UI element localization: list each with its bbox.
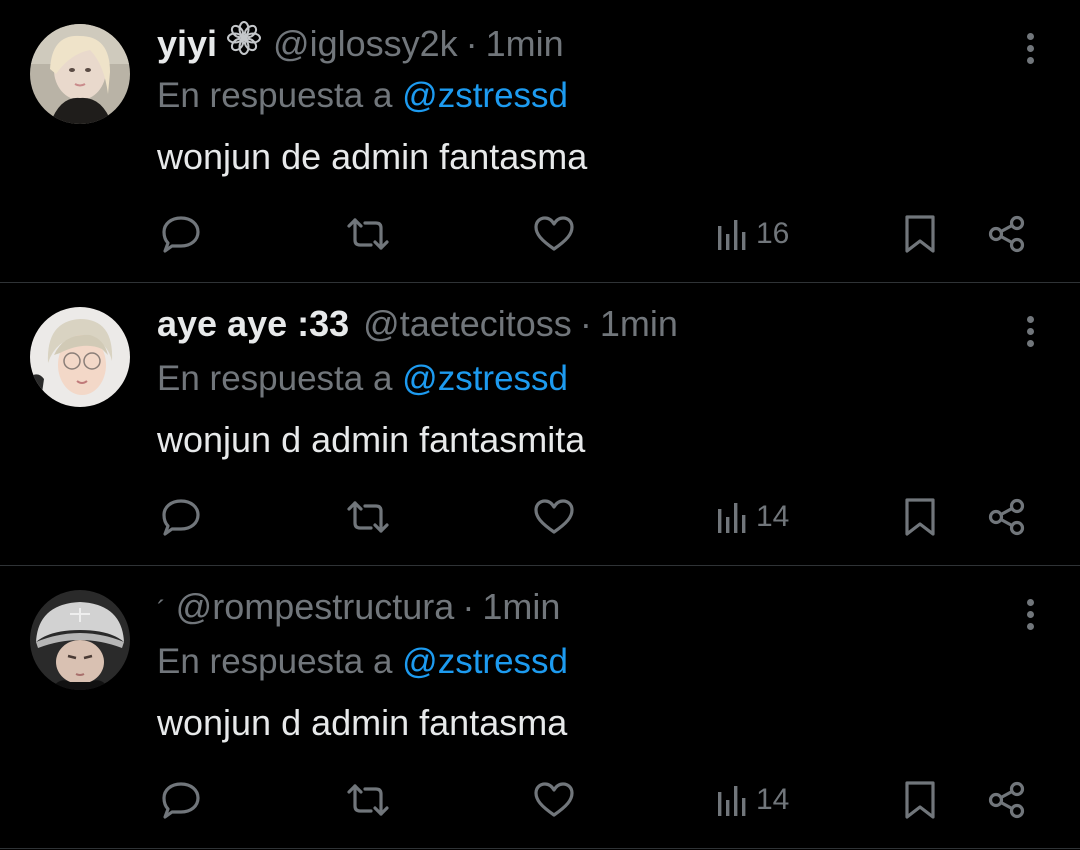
speech-bubble-icon — [162, 499, 200, 536]
separator: · — [462, 586, 475, 627]
bookmark-icon — [905, 215, 935, 253]
reply-prefix: En respuesta a — [157, 359, 393, 398]
share-icon — [988, 215, 1025, 253]
tweet-header: aye aye :33 @taetecitoss · 1min — [157, 303, 678, 351]
action-bar: 14 — [0, 775, 1080, 825]
share-button[interactable] — [987, 775, 1027, 825]
views-count: 14 — [756, 783, 790, 816]
retweet-icon — [347, 501, 389, 533]
reply-button[interactable] — [160, 775, 202, 825]
retweet-icon — [347, 218, 389, 250]
reply-context: En respuesta a @zstressd — [157, 359, 568, 399]
vertical-dots-icon[interactable] — [1018, 596, 1042, 632]
bookmark-icon — [905, 781, 935, 819]
tweet-text: wonjun de admin fantasma — [157, 136, 588, 177]
timestamp[interactable]: 1min — [486, 23, 564, 65]
bookmark-button[interactable] — [902, 492, 938, 542]
action-bar: 16 — [0, 209, 1080, 259]
action-bar: 14 — [0, 492, 1080, 542]
avatar[interactable] — [30, 307, 130, 407]
reply-prefix: En respuesta a — [157, 76, 393, 115]
bookmark-button[interactable] — [902, 209, 938, 259]
separator: · — [465, 23, 478, 64]
vertical-dots-icon[interactable] — [1018, 313, 1042, 349]
bookmark-icon — [905, 498, 935, 536]
display-name[interactable]: aye aye :33 — [157, 303, 349, 345]
tweet[interactable]: aye aye :33 @taetecitoss · 1min En respu… — [0, 283, 1080, 566]
views-count: 14 — [756, 500, 790, 533]
views-button[interactable]: 16 — [716, 209, 789, 259]
reply-prefix: En respuesta a — [157, 642, 393, 681]
bar-chart-icon — [718, 786, 746, 816]
heart-icon — [534, 499, 574, 534]
share-button[interactable] — [987, 492, 1027, 542]
bar-chart-icon — [718, 503, 746, 533]
display-name[interactable]: yiyi — [157, 23, 217, 65]
reply-button[interactable] — [160, 209, 202, 259]
reply-context: En respuesta a @zstressd — [157, 642, 568, 682]
views-button[interactable]: 14 — [716, 492, 789, 542]
bar-chart-icon — [718, 220, 746, 250]
retweet-button[interactable] — [345, 492, 391, 542]
share-icon — [988, 498, 1025, 536]
tweet[interactable]: yiyi @iglossy2k · 1min En respuesta a @z… — [0, 0, 1080, 283]
tweet-header: yiyi @iglossy2k · 1min — [157, 20, 564, 68]
tweet-header: ´ @rompestructura · 1min — [157, 586, 560, 634]
handle[interactable]: @rompestructura — [176, 586, 455, 628]
timestamp[interactable]: 1min — [482, 586, 560, 628]
avatar[interactable] — [30, 590, 130, 690]
reply-button[interactable] — [160, 492, 202, 542]
tweet-text: wonjun d admin fantasmita — [157, 419, 586, 460]
reply-mention[interactable]: @zstressd — [402, 642, 568, 681]
like-button[interactable] — [533, 209, 575, 259]
like-button[interactable] — [533, 492, 575, 542]
tweet-text: wonjun d admin fantasma — [157, 702, 568, 743]
bookmark-button[interactable] — [902, 775, 938, 825]
vertical-dots-icon[interactable] — [1018, 30, 1042, 66]
reply-mention[interactable]: @zstressd — [402, 76, 568, 115]
divider — [0, 848, 1080, 849]
flower-emoji-icon — [225, 20, 263, 56]
handle[interactable]: @iglossy2k — [273, 23, 458, 65]
heart-icon — [534, 216, 574, 251]
retweet-icon — [347, 784, 389, 816]
like-button[interactable] — [533, 775, 575, 825]
separator: · — [579, 303, 592, 344]
display-name[interactable]: ´ — [157, 595, 166, 626]
handle[interactable]: @taetecitoss — [363, 303, 572, 345]
share-icon — [988, 781, 1025, 819]
views-count: 16 — [756, 217, 790, 250]
reply-mention[interactable]: @zstressd — [402, 359, 568, 398]
heart-icon — [534, 782, 574, 817]
speech-bubble-icon — [162, 782, 200, 819]
reply-context: En respuesta a @zstressd — [157, 76, 568, 116]
speech-bubble-icon — [162, 216, 200, 253]
timestamp[interactable]: 1min — [600, 303, 678, 345]
avatar[interactable] — [30, 24, 130, 124]
tweet[interactable]: ´ @rompestructura · 1min En respuesta a … — [0, 566, 1080, 849]
retweet-button[interactable] — [345, 209, 391, 259]
share-button[interactable] — [987, 209, 1027, 259]
retweet-button[interactable] — [345, 775, 391, 825]
views-button[interactable]: 14 — [716, 775, 789, 825]
